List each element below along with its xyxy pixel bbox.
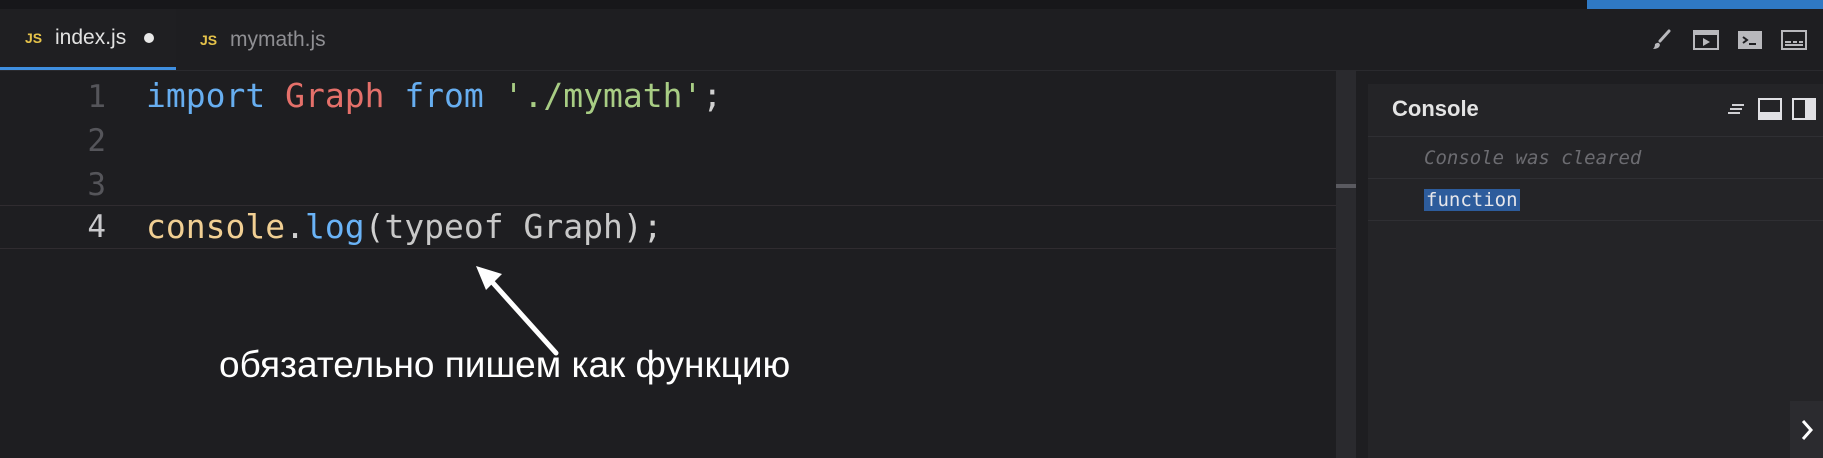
console-message[interactable]: function <box>1368 178 1823 220</box>
console-header: Console <box>1368 84 1823 134</box>
chevron-right-icon <box>1801 419 1813 440</box>
dock-bottom-icon[interactable] <box>1757 96 1783 122</box>
clear-console-icon[interactable] <box>1723 96 1749 122</box>
console-title: Console <box>1392 96 1479 121</box>
console-output-value[interactable]: function <box>1424 189 1520 211</box>
console-divider <box>1368 220 1823 262</box>
console-cleared-text: Console was cleared <box>1424 147 1642 169</box>
dock-right-icon[interactable] <box>1791 96 1817 122</box>
console-panel: Console Console was cleared function <box>1368 84 1823 458</box>
console-message: Console was cleared <box>1368 136 1823 178</box>
video-caption: обязательно пишем как функцию <box>219 344 791 385</box>
console-tools <box>1715 96 1817 122</box>
next-button[interactable] <box>1790 401 1823 458</box>
